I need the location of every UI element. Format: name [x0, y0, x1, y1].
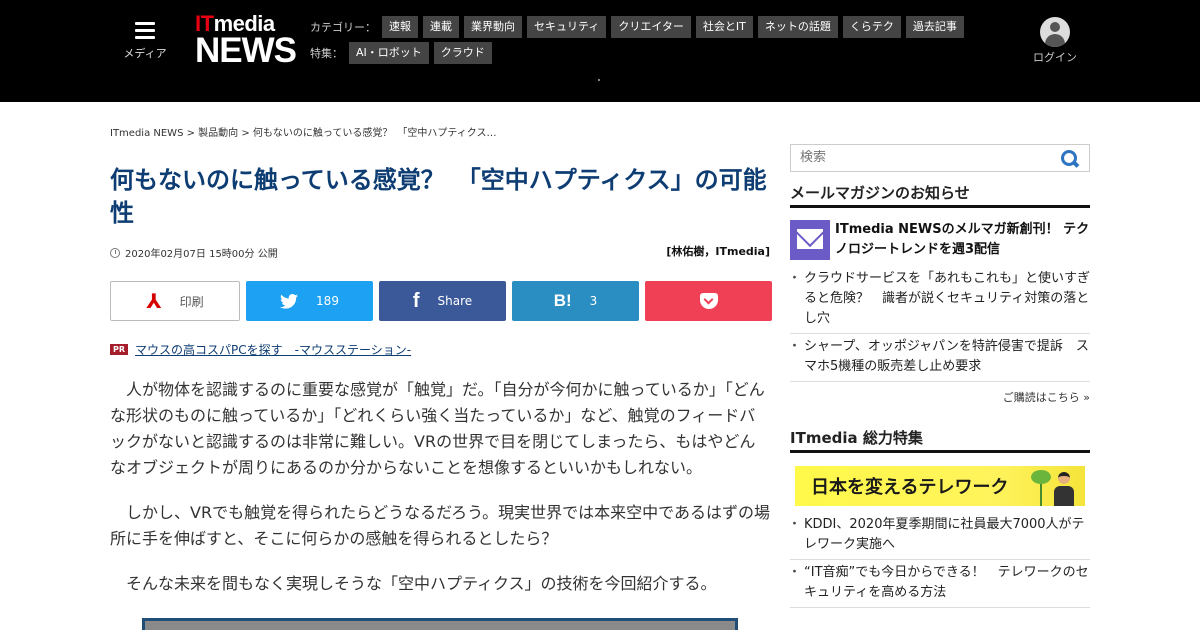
login-label: ログイン [1033, 51, 1077, 64]
mail-icon [790, 220, 830, 260]
site-header: メディア ITmedia NEWS カテゴリー： 速報 連載 業界動向 セキュリ… [0, 0, 1200, 102]
feature-label: 特集： [310, 47, 343, 60]
publish-date-text: 2020年02月07日 15時00分 公開 [125, 249, 278, 260]
article-paragraph: そんな未来を間もなく実現しそうな「空中ハプティクス」の技術を今回紹介する。 [126, 574, 717, 593]
byline: [林佑樹，ITmedia] [666, 245, 770, 258]
list-item[interactable]: クラウドサービスを「あれもこれも」と使いすぎると危険？ 識者が説くセキュリティ対… [788, 269, 1090, 334]
print-label: 印刷 [179, 294, 204, 309]
facebook-label: Share [437, 294, 473, 308]
feature-link[interactable]: クラウド [433, 42, 492, 64]
menu-button[interactable]: メディア [122, 22, 168, 61]
print-button[interactable]: ⅄ 印刷 [110, 281, 240, 321]
plant-icon [1031, 468, 1051, 506]
category-link[interactable]: ネットの話題 [757, 16, 838, 38]
category-link[interactable]: 社会とIT [695, 16, 753, 38]
banner-text: 日本を変えるテレワーク [811, 477, 1009, 498]
feature-list: KDDI、2020年夏季期間に社員最大7000人がテレワーク実施へ “IT音痴”… [788, 515, 1090, 611]
search-input[interactable] [800, 150, 1040, 165]
breadcrumb[interactable]: ITmedia NEWS > 製品動向 > 何もないのに触っている感覚？ 「空中… [110, 124, 497, 139]
category-link[interactable]: 業界動向 [464, 16, 522, 38]
search-icon[interactable] [1061, 150, 1079, 168]
menu-label: メディア [123, 47, 167, 60]
list-item[interactable]: “IT音痴”でも今日からできる！ テレワークのセキュリティを高める方法 [788, 563, 1090, 608]
feature-nav: 特集： AI・ロボット クラウド [310, 42, 497, 64]
facebook-share-button[interactable]: f Share [379, 281, 506, 321]
pr-ad: PR マウスの高コスパPCを探す -マウスステーション- [110, 341, 411, 358]
pocket-button[interactable] [645, 281, 772, 321]
newsletter-feature[interactable]: ITmedia NEWSのメルマガ新創刊！ テクノロジートレンドを週3配信 [790, 220, 1090, 260]
category-link[interactable]: 連載 [423, 16, 459, 38]
user-icon [1040, 17, 1070, 47]
twitter-count: 189 [316, 294, 339, 308]
list-item[interactable]: KDDI、2020年夏季期間に社員最大7000人がテレワーク実施へ [788, 515, 1090, 560]
category-label: カテゴリー： [310, 21, 376, 34]
category-nav: カテゴリー： 速報 連載 業界動向 セキュリティ クリエイター 社会とIT ネッ… [310, 16, 969, 38]
share-bar: ⅄ 印刷 189 f Share B! 3 [110, 281, 772, 321]
pr-badge: PR [110, 344, 129, 355]
newsletter-heading: メールマガジンのお知らせ [790, 182, 1090, 208]
hamburger-icon [135, 22, 155, 39]
article-paragraph: しかし、VRでも触覚を得られたらどうなるだろう。現実世界では本来空中であるはずの… [110, 503, 770, 548]
subscribe-link[interactable]: ご購読はこちら » [790, 389, 1090, 405]
feature-heading: ITmedia 総力特集 [790, 427, 1090, 453]
newsletter-feature-text: ITmedia NEWSのメルマガ新創刊！ テクノロジートレンドを週3配信 [835, 222, 1090, 257]
category-link[interactable]: セキュリティ [527, 16, 607, 38]
divider-dot [598, 79, 600, 81]
newsletter-list: クラウドサービスを「あれもこれも」と使いすぎると危険？ 識者が説くセキュリティ対… [788, 269, 1090, 385]
clock-icon [110, 247, 120, 258]
pdf-icon: ⅄ [146, 289, 162, 313]
person-icon [1053, 472, 1075, 506]
pocket-icon [699, 293, 718, 309]
category-link[interactable]: クリエイター [611, 16, 691, 38]
article-title: 何もないのに触っている感覚？ 「空中ハプティクス」の可能性 [110, 166, 767, 227]
logo-news: NEWS [195, 31, 297, 70]
hatena-count: 3 [589, 294, 598, 308]
category-link[interactable]: 速報 [382, 16, 418, 38]
login-button[interactable]: ログイン [1030, 17, 1080, 65]
telework-banner[interactable]: 日本を変えるテレワーク [795, 466, 1085, 506]
search-box [790, 144, 1090, 172]
list-item[interactable]: シャープ、オッポジャパンを特許侵害で提訴 スマホ5機種の販売差し止め要求 [788, 337, 1090, 382]
twitter-icon [280, 293, 299, 309]
twitter-share-button[interactable]: 189 [246, 281, 373, 321]
article-paragraph: 人が物体を認識するのに重要な感覚が「触覚」だ。「自分が今何かに触っているか」「ど… [110, 380, 765, 477]
facebook-icon: f [412, 289, 420, 312]
article-image [142, 618, 738, 630]
publish-date: 2020年02月07日 15時00分 公開 [110, 245, 278, 260]
category-link[interactable]: くらテク [842, 16, 901, 38]
category-link[interactable]: 過去記事 [905, 16, 964, 38]
feature-link[interactable]: AI・ロボット [349, 42, 429, 64]
pr-link[interactable]: マウスの高コスパPCを探す -マウスステーション- [135, 341, 411, 358]
hatena-bookmark-button[interactable]: B! 3 [512, 281, 639, 321]
hatena-icon: B! [553, 291, 572, 310]
site-logo[interactable]: ITmedia NEWS [195, 13, 297, 71]
